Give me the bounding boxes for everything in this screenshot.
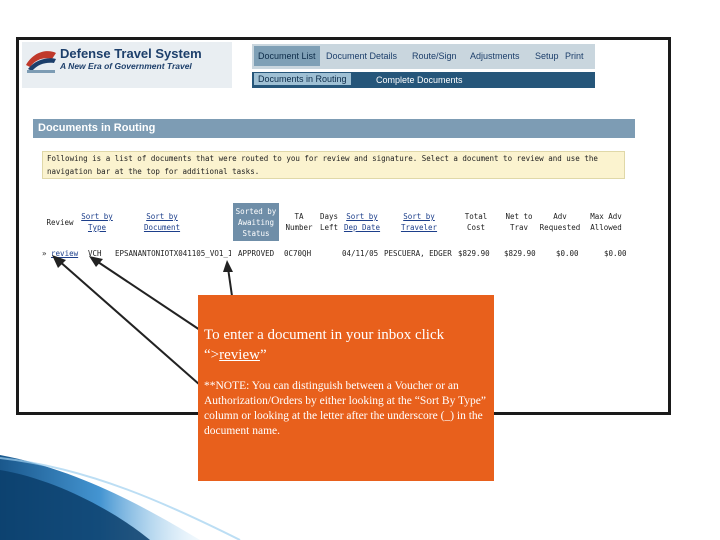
col-header-dep-date[interactable]: Sort by Dep Date [342, 203, 382, 241]
cell-ta-number: 0C70QH [284, 249, 312, 258]
col-header-total-cost: Total Cost [464, 212, 488, 232]
cell-status: APPROVED [238, 249, 275, 258]
tab-adjustments[interactable]: Adjustments [470, 51, 520, 61]
logo-subtitle: A New Era of Government Travel [60, 61, 192, 71]
col-header-document[interactable]: Sort by Document [132, 203, 192, 241]
col-header-net-to-trav: Net to Trav [505, 212, 533, 232]
panel-title: Documents in Routing [33, 119, 635, 138]
cell-type: VCH [88, 249, 102, 258]
cell-traveler: PESCUERA, EDGER [384, 249, 452, 258]
cell-max-adv-allowed: $0.00 [604, 249, 627, 258]
subtab-complete-documents[interactable]: Complete Documents [376, 75, 463, 85]
review-bullet-icon: » [42, 249, 47, 258]
col-header-traveler[interactable]: Sort by Traveler [396, 203, 442, 241]
col-header-max-adv-allowed: Max Adv Allowed [590, 212, 622, 232]
logo-area: Defense Travel System A New Era of Gover… [22, 42, 232, 88]
col-header-type[interactable]: Sort by Type [80, 203, 114, 241]
callout-note: **NOTE: You can distinguish between a Vo… [204, 380, 486, 437]
review-cell: » review [42, 248, 78, 260]
sub-nav: Documents in Routing Complete Documents [252, 72, 595, 88]
cell-document: EPSANANTONIOTX041105_VO1_1 [115, 249, 231, 258]
col-header-review: Review [46, 217, 74, 227]
col-header-days-left: Days Left [319, 212, 339, 232]
instructions-text: Following is a list of documents that we… [42, 151, 625, 179]
dts-logo-icon [26, 51, 56, 73]
col-header-ta-number: TA Number [285, 212, 313, 232]
cell-dep-date: 04/11/05 [342, 249, 379, 258]
instruction-callout: To enter a document in your inbox click … [198, 295, 494, 481]
logo-title: Defense Travel System [60, 46, 202, 61]
tab-document-list[interactable]: Document List [254, 46, 320, 66]
tab-document-details[interactable]: Document Details [326, 51, 397, 61]
callout-review-link: review [219, 347, 260, 363]
col-header-adv-requested: Adv Requested [539, 212, 581, 232]
tab-print[interactable]: Print [565, 51, 584, 61]
subtab-documents-in-routing[interactable]: Documents in Routing [254, 73, 351, 85]
cell-adv-requested: $0.00 [556, 249, 579, 258]
app-header: Defense Travel System A New Era of Gover… [22, 42, 596, 90]
main-nav: Document List Document Details Route/Sig… [252, 44, 595, 69]
tab-route-sign[interactable]: Route/Sign [412, 51, 457, 61]
callout-lead-text: To enter a document in your inbox click … [204, 327, 445, 363]
documents-table: Review Sort by Type Sort by Document Sorte… [42, 203, 627, 275]
review-link[interactable]: review [51, 249, 78, 258]
cell-net-to-trav: $829.90 [504, 249, 536, 258]
cell-total-cost: $829.90 [458, 249, 490, 258]
tab-setup[interactable]: Setup [535, 51, 559, 61]
col-header-status[interactable]: Sorted by Awaiting Status [233, 203, 279, 241]
documents-panel: Documents in Routing Following is a list… [33, 119, 635, 274]
